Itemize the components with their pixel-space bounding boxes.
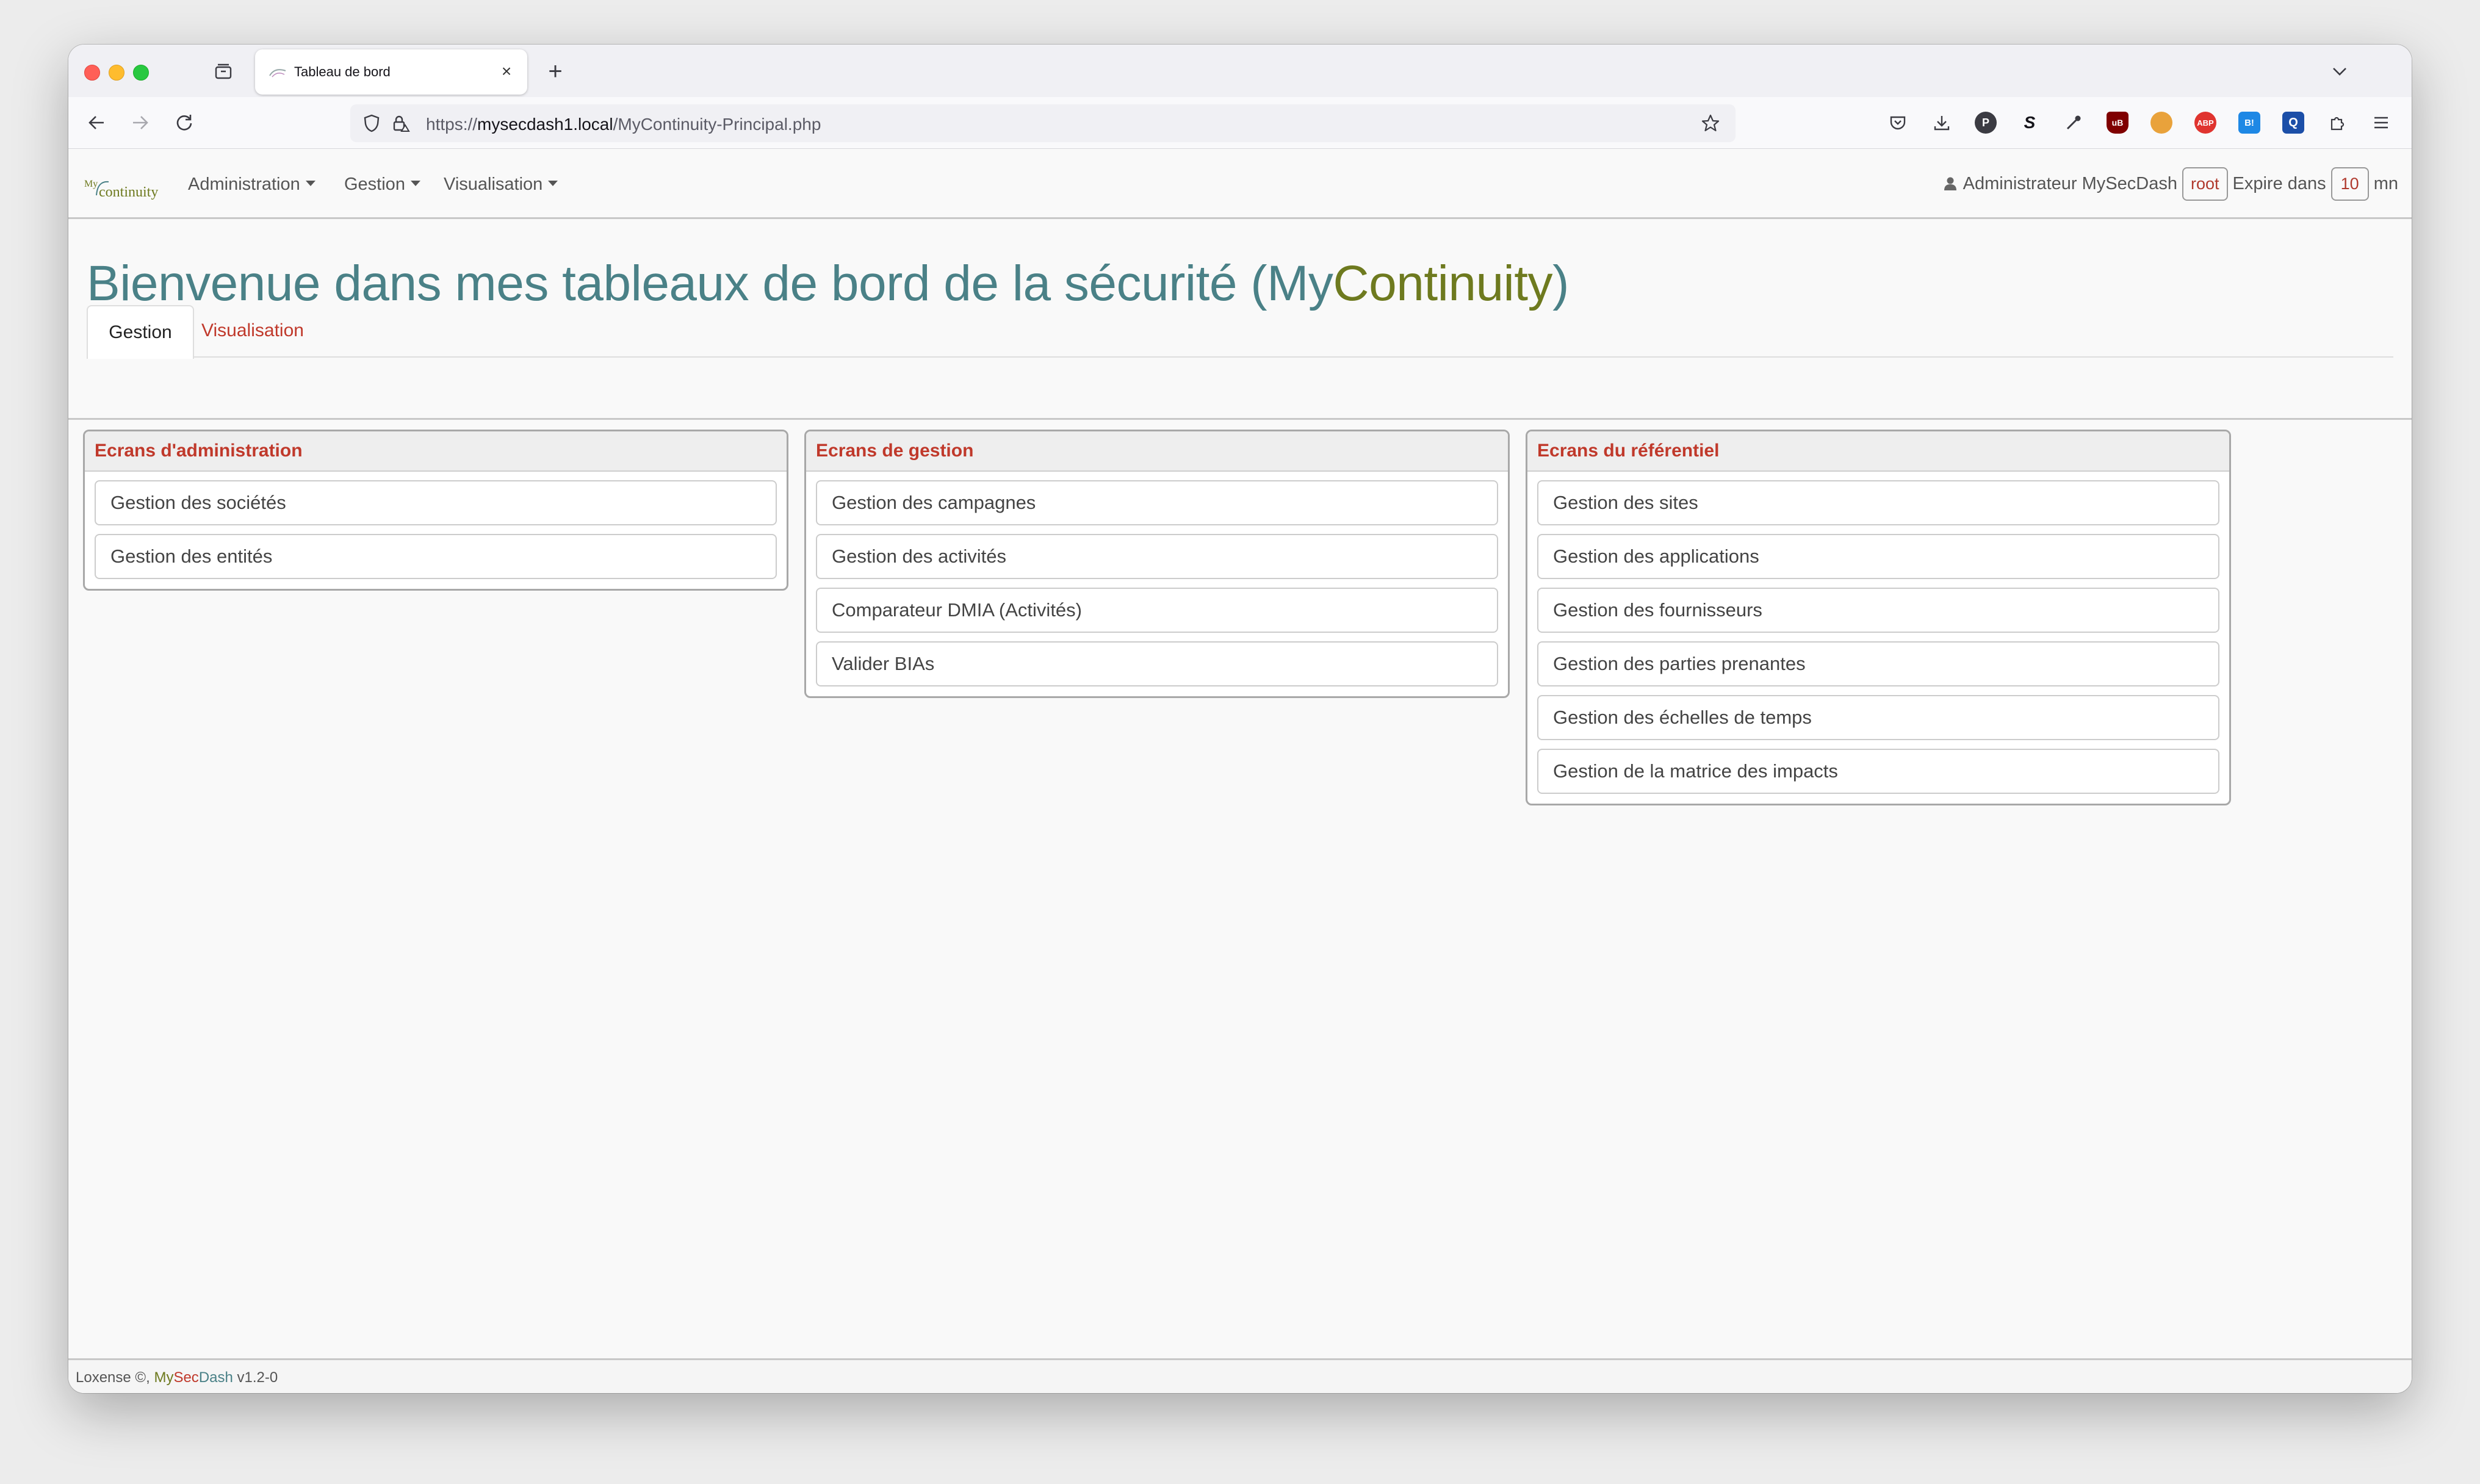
bookmark-star-icon[interactable] bbox=[1699, 112, 1722, 135]
reload-icon[interactable] bbox=[171, 109, 198, 136]
page-footer: Loxense ©, My Sec Dash v1.2-0 bbox=[68, 1358, 2412, 1393]
footer-company: Loxense bbox=[76, 1369, 131, 1386]
forward-arrow-icon[interactable] bbox=[127, 109, 154, 136]
page-content: My continuity Administration Gestion Vis… bbox=[68, 149, 2412, 1393]
link-gestion-applications[interactable]: Gestion des applications bbox=[1537, 534, 2219, 579]
session-expire-value: 10 bbox=[2330, 167, 2369, 201]
expire-label: Expire dans bbox=[2232, 173, 2326, 193]
site-favicon-icon bbox=[269, 64, 287, 80]
panel-gestion: Ecrans de gestion Gestion des campagnes … bbox=[804, 430, 1510, 698]
panel-title: Ecrans du référentiel bbox=[1527, 431, 2229, 472]
logo-my-text: My bbox=[84, 179, 98, 189]
link-gestion-sites[interactable]: Gestion des sites bbox=[1537, 480, 2219, 525]
panel-administration: Ecrans d'administration Gestion des soci… bbox=[83, 430, 788, 591]
hamburger-menu-icon[interactable] bbox=[2370, 112, 2392, 134]
link-gestion-entites[interactable]: Gestion des entités bbox=[95, 534, 777, 579]
tabs-divider bbox=[87, 356, 2393, 358]
panel-title: Ecrans de gestion bbox=[806, 431, 1508, 472]
adblock-plus-icon[interactable]: ABP bbox=[2194, 112, 2216, 134]
link-gestion-activites[interactable]: Gestion des activités bbox=[816, 534, 1498, 579]
ublock-icon[interactable]: uB bbox=[2107, 112, 2129, 134]
minimize-window-button[interactable] bbox=[109, 65, 124, 81]
extension-s-icon[interactable]: S bbox=[2019, 112, 2041, 134]
footer-brand-my: My bbox=[154, 1369, 174, 1386]
link-gestion-campagnes[interactable]: Gestion des campagnes bbox=[816, 480, 1498, 525]
link-gestion-societes[interactable]: Gestion des sociétés bbox=[95, 480, 777, 525]
extension-bi-icon[interactable]: B! bbox=[2238, 112, 2260, 134]
new-tab-icon[interactable]: + bbox=[542, 58, 569, 85]
link-gestion-matrice-impacts[interactable]: Gestion de la matrice des impacts bbox=[1537, 749, 2219, 794]
user-session-area: Administrateur MySecDash root Expire dan… bbox=[1944, 165, 2398, 203]
extension-q-icon[interactable]: Q bbox=[2282, 112, 2304, 134]
menu-administration[interactable]: Administration bbox=[188, 175, 315, 195]
tracking-shield-icon[interactable] bbox=[360, 112, 383, 135]
eyedropper-icon[interactable] bbox=[2063, 112, 2085, 134]
extension-p-icon[interactable]: P bbox=[1975, 112, 1997, 134]
link-valider-bias[interactable]: Valider BIAs bbox=[816, 641, 1498, 686]
panel-referentiel: Ecrans du référentiel Gestion des sites … bbox=[1526, 430, 2231, 805]
extension-cookie-icon[interactable] bbox=[2150, 112, 2172, 134]
tab-visualisation[interactable]: Visualisation bbox=[198, 305, 308, 356]
user-icon bbox=[1944, 176, 1957, 191]
footer-brand-sec: Sec bbox=[173, 1369, 199, 1386]
lock-warning-icon[interactable] bbox=[389, 112, 413, 135]
user-name[interactable]: Administrateur MySecDash bbox=[1963, 174, 2177, 194]
link-gestion-fournisseurs[interactable]: Gestion des fournisseurs bbox=[1537, 588, 2219, 633]
tab-strip: Tableau de bord × + bbox=[68, 45, 2412, 97]
zoom-window-button[interactable] bbox=[133, 65, 149, 81]
tab-overview-icon[interactable] bbox=[210, 58, 237, 85]
downloads-icon[interactable] bbox=[1931, 112, 1953, 134]
expire-unit: mn bbox=[2373, 173, 2398, 193]
extensions-puzzle-icon[interactable] bbox=[2326, 112, 2348, 134]
browser-tab-active[interactable]: Tableau de bord × bbox=[255, 49, 527, 95]
address-bar[interactable]: https://mysecdash1.local/MyContinuity-Pr… bbox=[350, 104, 1736, 142]
menu-gestion[interactable]: Gestion bbox=[344, 175, 420, 195]
footer-version: v1.2-0 bbox=[237, 1369, 278, 1386]
close-tab-icon[interactable]: × bbox=[496, 60, 517, 82]
app-navbar: My continuity Administration Gestion Vis… bbox=[68, 149, 2412, 219]
copyright-icon: © bbox=[135, 1369, 146, 1386]
menu-visualisation[interactable]: Visualisation bbox=[444, 175, 558, 195]
back-arrow-icon[interactable] bbox=[83, 109, 110, 136]
link-gestion-parties-prenantes[interactable]: Gestion des parties prenantes bbox=[1537, 641, 2219, 686]
browser-navbar: https://mysecdash1.local/MyContinuity-Pr… bbox=[68, 97, 2412, 149]
tab-gestion[interactable]: Gestion bbox=[87, 305, 194, 359]
content-divider bbox=[68, 418, 2412, 420]
close-window-button[interactable] bbox=[84, 65, 100, 81]
list-tabs-chevron-icon[interactable] bbox=[2326, 58, 2353, 85]
footer-brand-dash: Dash bbox=[198, 1369, 233, 1386]
mycontinuity-logo[interactable]: My continuity bbox=[84, 173, 164, 203]
page-title: Bienvenue dans mes tableaux de bord de l… bbox=[87, 256, 1569, 311]
panel-title: Ecrans d'administration bbox=[85, 431, 787, 472]
tab-title: Tableau de bord bbox=[294, 64, 391, 79]
user-login-badge[interactable]: root bbox=[2182, 167, 2228, 201]
logo-continuity-text: continuity bbox=[99, 184, 158, 200]
url-text: https://mysecdash1.local/MyContinuity-Pr… bbox=[426, 115, 821, 134]
link-comparateur-dmia[interactable]: Comparateur DMIA (Activités) bbox=[816, 588, 1498, 633]
browser-window: Tableau de bord × + https://mysecdash1.l… bbox=[68, 45, 2412, 1393]
pocket-icon[interactable] bbox=[1887, 112, 1909, 134]
link-gestion-echelles-temps[interactable]: Gestion des échelles de temps bbox=[1537, 695, 2219, 740]
